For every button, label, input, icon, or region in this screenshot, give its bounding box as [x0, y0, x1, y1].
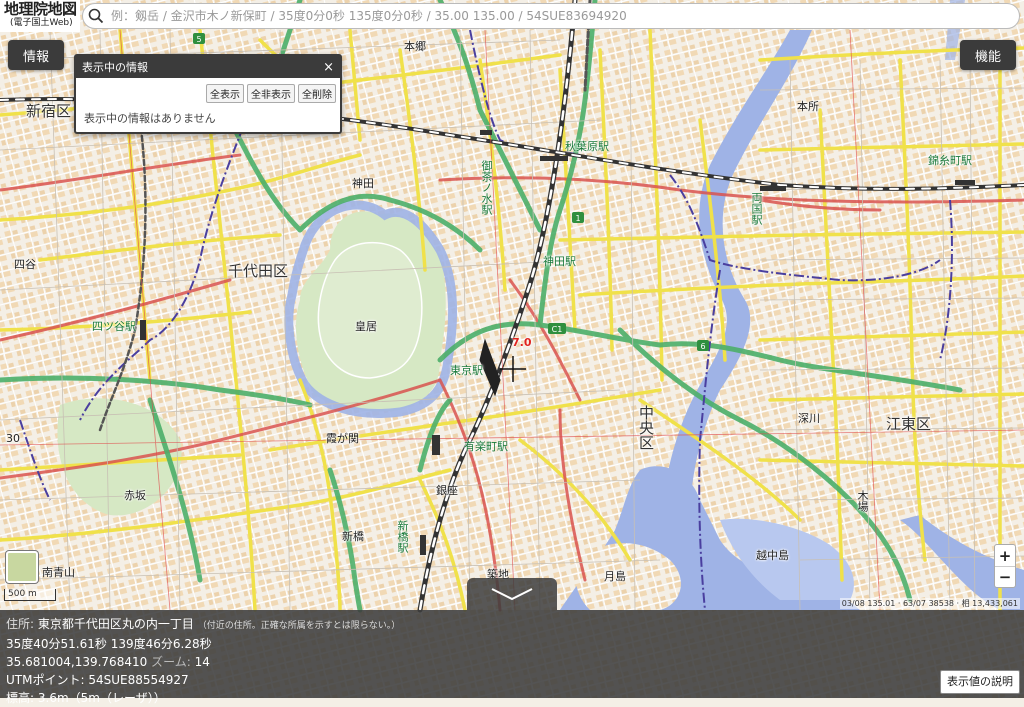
close-icon[interactable]: × [323, 61, 334, 74]
collapse-tab[interactable] [467, 578, 557, 610]
route-5-label: 5 [196, 35, 201, 44]
label-kokyo: 皇居 [355, 320, 377, 333]
label-route-30: 30 [6, 432, 20, 445]
label-chiyoda: 千代田区 [228, 262, 289, 280]
label-hongo: 本郷 [404, 40, 426, 53]
label-ryogoku: 両国駅 [750, 192, 763, 225]
zoom-out-button[interactable]: − [995, 566, 1015, 587]
elevation-value: 3.6m（5m（レーザ）） [37, 691, 166, 705]
zoom-in-button[interactable]: + [995, 545, 1015, 566]
logo-subtitle: (電子国土Web) [10, 18, 73, 28]
address-row: 住所: 東京都千代田区丸の内一丁目 （付近の住所。正確な所属を示すとは限らない。… [6, 615, 1018, 635]
label-akasaka: 赤坂 [124, 489, 146, 502]
crosshair-icon [500, 356, 526, 382]
label-kanda-st: 神田駅 [543, 255, 576, 268]
route-c1-label: C1 [552, 325, 563, 334]
label-kinshicho: 錦糸町駅 [928, 154, 972, 167]
route-1-label: 1 [575, 214, 580, 223]
label-yurakucho: 有楽町駅 [464, 440, 508, 453]
label-shinbashi-st: 新橋駅 [396, 520, 409, 553]
info-panel: 表示中の情報 × 全表示 全非表示 全削除 表示中の情報はありません [74, 54, 342, 134]
label-ginza: 銀座 [436, 484, 458, 497]
map-attribution-line: 03/08 135.01 · 63/07 38538 · 相 13,433,06… [839, 598, 1020, 609]
search-icon[interactable] [83, 3, 109, 29]
address-label: 住所: [6, 617, 35, 631]
info-panel-message: 表示中の情報はありません [84, 112, 216, 125]
info-panel-actions: 全表示 全非表示 全削除 [76, 78, 340, 107]
dms-row: 35度40分51.61秒 139度46分6.28秒 [6, 637, 212, 651]
zoom-value: 14 [194, 655, 210, 669]
delete-all-button[interactable]: 全削除 [298, 84, 336, 103]
label-shinjuku: 新宿区 [26, 102, 72, 120]
elevation-row: 標高: 3.6m（5m（レーザ）） [6, 689, 1018, 707]
label-chuo: 中央区 [637, 405, 655, 450]
hide-all-button[interactable]: 全非表示 [247, 84, 295, 103]
label-yotsuya-st: 四ツ谷駅 [92, 320, 136, 333]
scale-bar: 500 m [4, 589, 56, 601]
palace-grounds [317, 241, 423, 379]
label-kiba: 木場 [856, 490, 869, 512]
label-tokyo-st: 東京駅 [450, 364, 483, 377]
address-note: （付近の住所。正確な所属を示すとは限らない。） [197, 621, 401, 631]
label-ochanomizu: 御茶ノ水駅 [480, 160, 493, 215]
label-minamiaoyama: 南青山 [42, 566, 75, 579]
background-map-thumbnail[interactable] [6, 551, 38, 583]
site-logo[interactable]: 地理院地図 (電子国土Web) [0, 0, 80, 32]
utm-label: UTMポイント: [6, 673, 85, 687]
decimal-row: 35.681004,139.768410 ズーム: 14 [6, 653, 1018, 671]
label-akihabara: 秋葉原駅 [565, 140, 609, 153]
label-red-value: 7.0 [512, 336, 532, 349]
elevation-label: 標高: [6, 691, 35, 705]
label-fukagawa: 深川 [798, 412, 820, 425]
label-kasumigaseki: 霞が関 [326, 432, 359, 445]
address-value: 東京都千代田区丸の内一丁目 [37, 617, 194, 631]
search-bar[interactable] [82, 3, 1020, 29]
zoom-control: + − [994, 544, 1016, 588]
chevron-down-icon [491, 588, 533, 601]
explain-values-button[interactable]: 表示値の説明 [940, 670, 1020, 694]
search-input[interactable] [109, 5, 1019, 27]
label-koto: 江東区 [886, 415, 932, 433]
label-etchujima: 越中島 [756, 549, 789, 562]
info-button[interactable]: 情報 [8, 40, 64, 70]
utm-value: 54SUE88554927 [88, 673, 189, 687]
zoom-label: ズーム: [151, 655, 191, 669]
location-info-panel: 住所: 東京都千代田区丸の内一丁目 （付近の住所。正確な所属を示すとは限らない。… [0, 610, 1024, 705]
label-honjo: 本所 [797, 100, 819, 113]
label-shinbashi: 新橋 [342, 530, 364, 543]
info-panel-title: 表示中の情報 [82, 61, 148, 74]
info-panel-header: 表示中の情報 × [76, 56, 340, 78]
utm-row: UTMポイント: 54SUE88554927 [6, 671, 1018, 689]
label-yotsuya: 四谷 [14, 258, 36, 271]
logo-title: 地理院地図 [4, 0, 77, 18]
route-6-label: 6 [700, 342, 705, 351]
show-all-button[interactable]: 全表示 [206, 84, 244, 103]
label-kanda: 神田 [352, 177, 374, 190]
label-tsukishima: 月島 [604, 570, 626, 583]
functions-button[interactable]: 機能 [960, 40, 1016, 70]
decimal-coords: 35.681004,139.768410 [6, 655, 148, 669]
